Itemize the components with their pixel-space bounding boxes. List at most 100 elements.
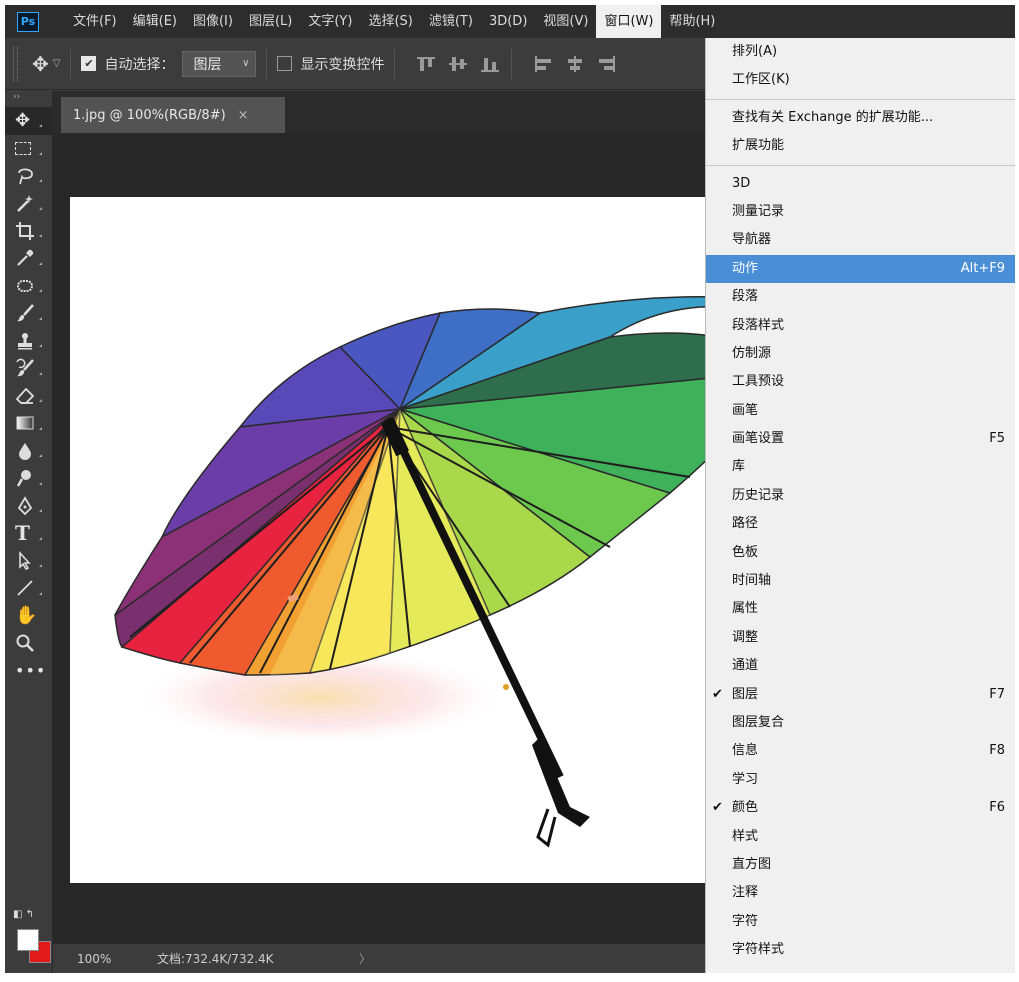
auto-select-target-dropdown[interactable]: 图层 ∨ <box>182 50 257 77</box>
window-menu-item[interactable]: 图层复合 <box>706 709 1015 737</box>
brush-tool-icon[interactable] <box>5 300 52 328</box>
align-vertical-center-icon[interactable] <box>447 54 469 74</box>
eraser-tool-icon[interactable] <box>5 382 52 410</box>
photoshop-logo[interactable]: Ps <box>17 11 39 32</box>
menu-filter[interactable]: 滤镜(T) <box>421 5 481 38</box>
window-menu-item[interactable]: 画笔设置 F5 <box>706 425 1015 453</box>
window-menu-item[interactable]: 样式 <box>706 823 1015 851</box>
blur-tool-icon[interactable] <box>5 437 52 465</box>
menu-help[interactable]: 帮助(H) <box>661 5 723 38</box>
align-bottom-icon[interactable] <box>479 54 501 74</box>
window-menu-item-label: 样式 <box>732 828 759 844</box>
window-menu-item[interactable]: 查找有关 Exchange 的扩展功能... <box>706 104 1015 132</box>
align-left-icon[interactable] <box>532 54 554 74</box>
window-menu-item[interactable]: 时间轴 <box>706 567 1015 595</box>
chevron-down-icon: ∨ <box>242 58 250 69</box>
window-menu-item-label: 工具预设 <box>732 374 785 390</box>
window-menu-item[interactable]: 直方图 <box>706 851 1015 879</box>
window-menu-item[interactable]: 字符样式 <box>706 936 1015 964</box>
type-tool-icon[interactable]: T <box>5 520 52 548</box>
align-right-icon[interactable] <box>596 54 618 74</box>
menu-select[interactable]: 选择(S) <box>360 5 420 38</box>
dodge-tool-icon[interactable] <box>5 465 52 493</box>
tool-preset-chevron-down-icon[interactable]: ▽ <box>53 58 61 69</box>
options-grip-handle[interactable] <box>13 46 18 81</box>
lasso-tool-icon[interactable] <box>5 162 52 190</box>
zoom-level[interactable]: 100% <box>53 952 157 966</box>
history-brush-tool-icon[interactable] <box>5 355 52 383</box>
window-menu-item[interactable]: 注释 <box>706 879 1015 907</box>
clone-stamp-tool-icon[interactable] <box>5 327 52 355</box>
document-tab[interactable]: 1.jpg @ 100%(RGB/8#) × <box>61 97 285 133</box>
window-menu-item[interactable]: 画笔 <box>706 397 1015 425</box>
window-menu-item-shortcut: Alt+F9 <box>960 260 1005 276</box>
window-menu-item[interactable]: 字符 <box>706 908 1015 936</box>
auto-select-checkbox[interactable]: ✔ <box>81 56 97 71</box>
window-menu-item[interactable]: 3D <box>706 170 1015 198</box>
window-menu-item[interactable]: 段落 <box>706 283 1015 311</box>
gradient-tool-icon[interactable] <box>5 410 52 438</box>
align-horizontal-center-icon[interactable] <box>564 54 586 74</box>
window-menu-item[interactable]: ✔ 图层 F7 <box>706 681 1015 709</box>
show-transform-checkbox[interactable] <box>277 56 293 71</box>
line-tool-icon[interactable] <box>5 575 52 603</box>
window-menu-item[interactable]: 调整 <box>706 624 1015 652</box>
window-menu-item[interactable]: 路径 <box>706 510 1015 538</box>
window-menu-item[interactable]: 工具预设 <box>706 368 1015 396</box>
menu-file[interactable]: 文件(F) <box>65 5 125 38</box>
window-menu-item[interactable]: 测量记录 <box>706 198 1015 226</box>
collapse-panel-icon[interactable]: ›› <box>5 91 52 107</box>
menu-3d[interactable]: 3D(D) <box>481 5 535 38</box>
window-menu-item[interactable]: 库 <box>706 453 1015 481</box>
pen-tool-icon[interactable] <box>5 492 52 520</box>
crop-tool-icon[interactable] <box>5 217 52 245</box>
status-menu-chevron-right-icon[interactable]: 〉 <box>359 950 371 967</box>
window-menu-item[interactable]: ✔ 颜色 F6 <box>706 794 1015 822</box>
window-menu-item[interactable]: 属性 <box>706 595 1015 623</box>
window-menu-item[interactable]: 历史记录 <box>706 482 1015 510</box>
move-tool-icon[interactable]: ✥ <box>5 107 52 135</box>
window-menu-item-shortcut: F7 <box>989 686 1005 702</box>
window-menu-item-shortcut: F6 <box>989 800 1005 816</box>
window-menu-item-label: 3D <box>732 175 751 191</box>
menu-bar: Ps 文件(F) 编辑(E) 图像(I) 图层(L) 文字(Y) 选择(S) 滤… <box>5 5 1015 38</box>
window-menu-item[interactable]: 信息 F8 <box>706 737 1015 765</box>
align-top-icon[interactable] <box>415 54 437 74</box>
swap-colors-icon[interactable]: ◧ ↰ <box>13 909 53 923</box>
window-menu-item[interactable]: 学习 <box>706 766 1015 794</box>
window-menu-item[interactable]: 扩展功能 <box>706 132 1015 160</box>
window-menu-item-label: 排列(A) <box>732 44 778 59</box>
window-menu-item-label: 扩展功能 <box>732 138 785 154</box>
window-menu-item[interactable]: 色板 <box>706 539 1015 567</box>
path-selection-tool-icon[interactable] <box>5 547 52 575</box>
hand-tool-icon[interactable]: ✋ <box>5 602 52 630</box>
window-menu-item[interactable]: 动作 Alt+F9 <box>706 254 1015 284</box>
window-menu-item-label: 颜色 <box>732 800 759 816</box>
canvas-area[interactable] <box>53 133 710 943</box>
menu-view[interactable]: 视图(V) <box>535 5 596 38</box>
window-menu-item-label: 测量记录 <box>732 203 785 219</box>
foreground-color-swatch[interactable] <box>17 929 39 951</box>
marquee-tool-icon[interactable] <box>5 135 52 163</box>
menu-separator <box>706 98 1015 100</box>
menu-image[interactable]: 图像(I) <box>185 5 241 38</box>
menu-layer[interactable]: 图层(L) <box>241 5 300 38</box>
move-tool-icon[interactable]: ✥ <box>32 52 49 76</box>
menu-edit[interactable]: 编辑(E) <box>125 5 185 38</box>
window-menu-item[interactable]: 仿制源 <box>706 340 1015 368</box>
window-menu-item[interactable]: 排列(A) <box>706 38 1015 66</box>
window-menu-item[interactable]: 导航器 <box>706 226 1015 254</box>
window-menu-item[interactable]: 通道 <box>706 652 1015 680</box>
more-tools-icon[interactable]: ••• <box>5 657 52 685</box>
document-canvas[interactable] <box>70 197 710 883</box>
menu-type[interactable]: 文字(Y) <box>300 5 360 38</box>
window-menu-item[interactable]: 工作区(K) <box>706 66 1015 94</box>
close-icon[interactable]: × <box>238 108 249 123</box>
magic-wand-tool-icon[interactable] <box>5 190 52 218</box>
healing-brush-tool-icon[interactable] <box>5 272 52 300</box>
window-menu-item[interactable]: 段落样式 <box>706 312 1015 340</box>
window-menu-item-label: 属性 <box>732 601 759 617</box>
zoom-tool-icon[interactable] <box>5 630 52 658</box>
menu-window[interactable]: 窗口(W) <box>596 5 662 38</box>
eyedropper-tool-icon[interactable] <box>5 245 52 273</box>
